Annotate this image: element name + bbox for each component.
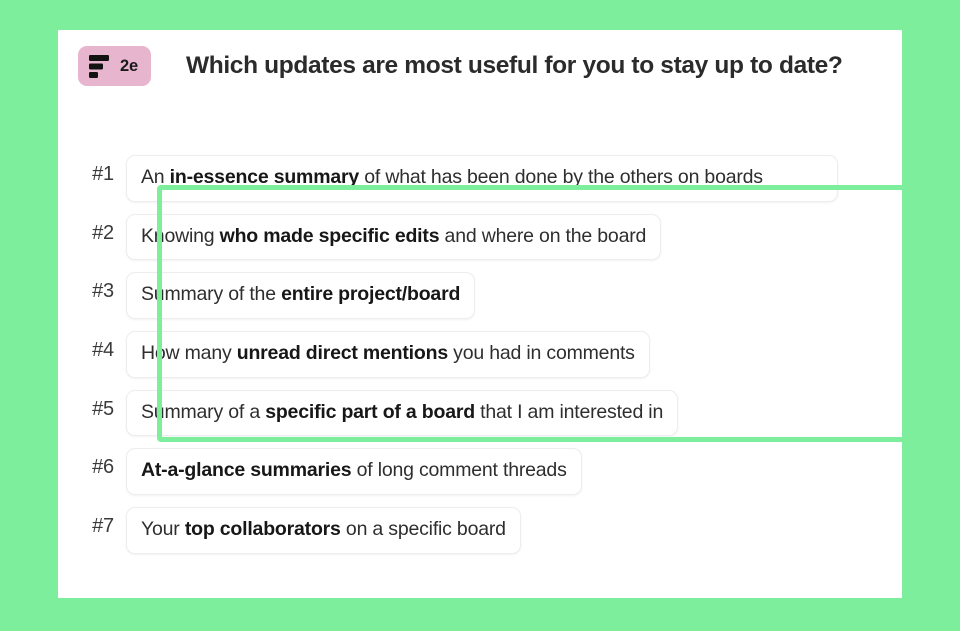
rank-option-text: of long comment threads bbox=[351, 459, 567, 482]
rank-option-text: on a specific board bbox=[340, 518, 506, 541]
card-header: 2e Which updates are most useful for you… bbox=[78, 46, 843, 86]
rank-option-box[interactable]: Your top collaborators on a specific boa… bbox=[126, 507, 521, 554]
rank-option-emphasis: specific part of a board bbox=[265, 400, 475, 423]
rank-option-emphasis: top collaborators bbox=[184, 518, 341, 541]
rank-option-text: Summary of a bbox=[141, 400, 266, 423]
rank-row: #1 An in-essence summary of what has been… bbox=[80, 155, 880, 202]
rank-option-text: How many bbox=[141, 342, 237, 365]
rank-number: #5 bbox=[92, 397, 114, 420]
rank-option-emphasis: At-a-glance summaries bbox=[141, 459, 352, 482]
rank-row: #5 Summary of a specific part of a board … bbox=[80, 389, 880, 437]
rank-option-text: An bbox=[141, 166, 170, 188]
rank-number: #7 bbox=[92, 515, 114, 538]
rank-option-box[interactable]: An in-essence summary of what has been d… bbox=[126, 155, 838, 202]
rank-option-emphasis: in-essence summary bbox=[169, 166, 360, 188]
rank-option-box[interactable]: How many unread direct mentions you had … bbox=[126, 331, 650, 378]
rank-number: #3 bbox=[92, 280, 114, 303]
rank-option-box[interactable]: Summary of the entire project/board bbox=[126, 272, 476, 320]
page-title: Which updates are most useful for you to… bbox=[185, 52, 843, 79]
rank-option-text: that I am interested in bbox=[474, 400, 664, 423]
rank-option-emphasis: unread direct mentions bbox=[236, 342, 448, 365]
figma-bars-icon bbox=[89, 54, 109, 78]
rank-option-text: of what has been done by the others on b… bbox=[359, 166, 763, 188]
rank-option-box[interactable]: At-a-glance summaries of long comment th… bbox=[126, 448, 582, 496]
rank-number: #6 bbox=[92, 456, 114, 479]
rank-option-text: Knowing bbox=[141, 224, 220, 247]
rank-option-text: Summary of the bbox=[141, 283, 282, 306]
question-badge: 2e bbox=[78, 46, 151, 86]
rank-option-text: you had in comments bbox=[447, 342, 635, 365]
rank-option-box[interactable]: Knowing who made specific edits and wher… bbox=[126, 213, 662, 261]
rank-option-emphasis: who made specific edits bbox=[219, 224, 440, 247]
ranking-list: #1 An in-essence summary of what has been… bbox=[80, 155, 880, 566]
rank-row: #4 How many unread direct mentions you ha… bbox=[80, 331, 880, 378]
rank-row: #6 At-a-glance summaries of long comment … bbox=[80, 448, 880, 496]
rank-option-text: Your bbox=[141, 518, 185, 541]
rank-number: #2 bbox=[92, 221, 114, 244]
rank-option-emphasis: entire project/board bbox=[281, 283, 461, 306]
rank-number: #4 bbox=[92, 339, 114, 362]
question-badge-label: 2e bbox=[120, 56, 138, 75]
page-root: 2e Which updates are most useful for you… bbox=[0, 0, 960, 631]
rank-row: #7 Your top collaborators on a specific b… bbox=[80, 507, 880, 554]
rank-row: #3 Summary of the entire project/board bbox=[80, 272, 880, 320]
rank-row: #2 Knowing who made specific edits and wh… bbox=[80, 213, 880, 261]
survey-result-card: 2e Which updates are most useful for you… bbox=[58, 30, 923, 598]
rank-number: #1 bbox=[92, 163, 114, 185]
rank-option-text: and where on the board bbox=[439, 224, 647, 247]
rank-option-box[interactable]: Summary of a specific part of a board th… bbox=[126, 389, 679, 437]
